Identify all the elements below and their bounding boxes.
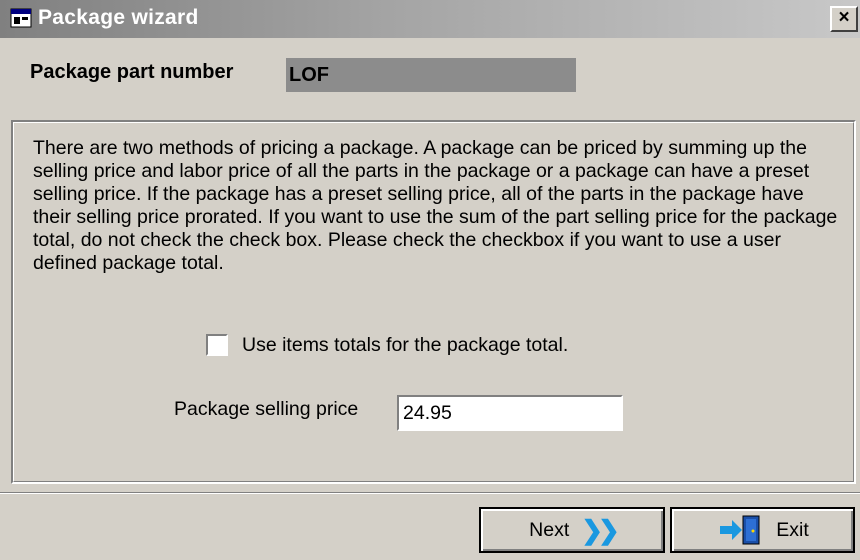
use-items-totals-label[interactable]: Use items totals for the package total. [242,334,568,357]
exit-button-label: Exit [776,518,809,541]
double-chevron-right-icon: ❯❯ [581,514,620,545]
part-number-value: LOF [286,58,576,92]
part-number-label: Package part number [30,61,234,83]
close-icon: × [838,7,850,28]
pricing-description: There are two methods of pricing a packa… [33,137,838,274]
app-window-icon [10,8,32,28]
next-button-label: Next [529,518,570,541]
package-selling-price-input[interactable] [397,395,623,431]
close-button[interactable]: × [830,6,858,32]
title-bar: Package wizard × [0,0,860,38]
exit-door-icon [720,515,760,545]
use-items-totals-checkbox[interactable] [206,334,228,356]
next-button[interactable]: Next ❯❯ [479,507,665,553]
package-selling-price-label: Package selling price [174,398,359,420]
footer-separator-highlight [0,493,860,494]
window-title: Package wizard [38,6,199,29]
exit-button[interactable]: Exit [670,507,855,553]
